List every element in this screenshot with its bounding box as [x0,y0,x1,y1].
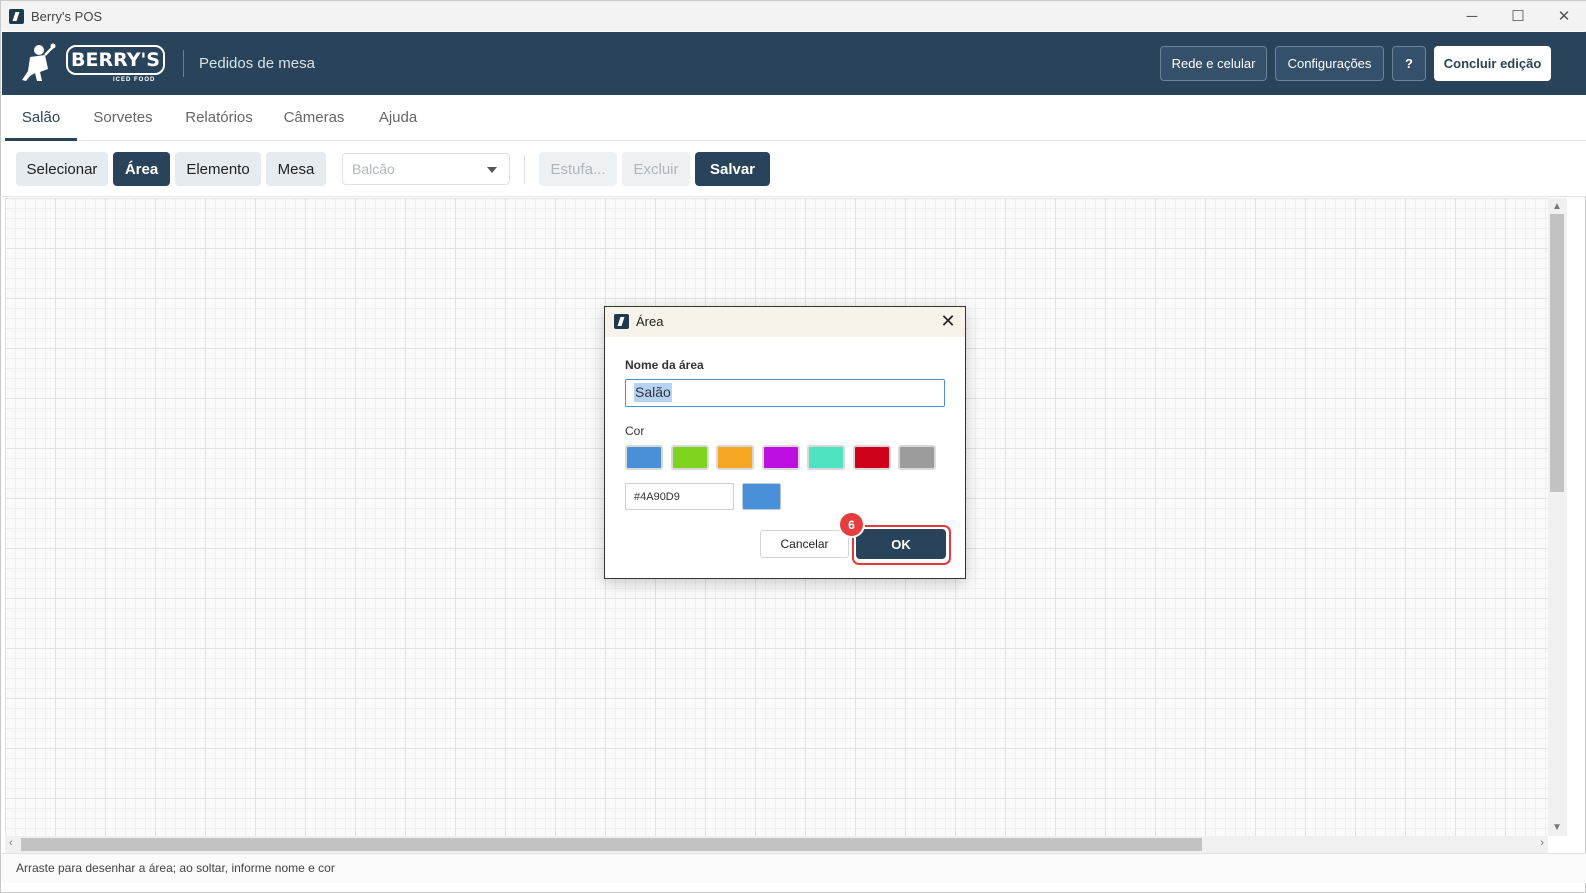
app-icon [614,314,629,329]
save-button[interactable]: Salvar [695,152,770,186]
main-tabs: Salão Sorvetes Relatórios Câmeras Ajuda [2,95,1586,141]
berrys-logo: BERRY'S ICED FOOD [18,41,168,85]
chevron-down-icon [487,167,497,173]
window-controls: ─ ☐ ✕ [1449,1,1586,31]
color-swatch-red[interactable] [853,445,891,470]
horizontal-scrollbar[interactable]: ‹ › [5,836,1548,853]
network-button[interactable]: Rede e celular [1160,46,1267,81]
mascot-icon [22,43,56,81]
dialog-title: Área [636,314,664,329]
color-swatch-blue[interactable] [625,445,663,470]
scroll-right-icon[interactable]: › [1540,837,1544,849]
select-tool-button[interactable]: Selecionar [16,152,108,186]
header-divider [183,50,184,77]
app-header: BERRY'S ICED FOOD Pedidos de mesa Rede e… [2,32,1586,95]
color-preview[interactable] [742,483,781,510]
hex-color-input[interactable] [625,483,734,510]
cancel-button[interactable]: Cancelar [760,530,849,558]
status-bar: Arraste para desenhar a área; ao soltar,… [2,853,1586,883]
editor-toolbar: Selecionar Área Elemento Mesa Balcão Est… [2,141,1586,197]
scroll-left-icon[interactable]: ‹ [9,837,13,849]
close-window-icon[interactable]: ✕ [1541,1,1586,31]
settings-button[interactable]: Configurações [1275,46,1384,81]
scroll-up-icon[interactable]: ▲ [1552,201,1562,212]
vertical-scrollbar[interactable]: ▲ ▼ [1548,198,1567,836]
color-swatch-green[interactable] [671,445,709,470]
tab-ajuda[interactable]: Ajuda [372,95,424,141]
help-button[interactable]: ? [1392,46,1426,81]
area-select[interactable]: Balcão [342,153,510,185]
toolbar-divider [524,155,525,183]
element-tool-button[interactable]: Elemento [175,152,261,186]
color-swatch-purple[interactable] [762,445,800,470]
vertical-scroll-thumb[interactable] [1550,214,1564,492]
window-title: Berry's POS [31,8,103,24]
app-window: Berry's POS ─ ☐ ✕ BERRY'S ICED FOOD Pedi… [0,0,1586,893]
area-name-label: Nome da área [625,358,704,372]
color-swatch-teal[interactable] [807,445,845,470]
table-tool-button[interactable]: Mesa [266,152,326,186]
color-swatch-orange[interactable] [716,445,754,470]
tab-salao[interactable]: Salão [5,95,77,141]
color-label: Cor [625,424,645,438]
area-tool-button[interactable]: Área [113,152,170,186]
area-select-value: Balcão [352,161,395,177]
tab-relatorios[interactable]: Relatórios [179,95,259,141]
title-bar: Berry's POS ─ ☐ ✕ [1,1,1586,31]
area-name-value: Salão [634,383,672,402]
ok-button[interactable]: OK [856,529,946,559]
stove-button[interactable]: Estufa... [539,152,617,186]
dialog-title-bar: Área ✕ [605,307,965,337]
finish-editing-button[interactable]: Concluir edição [1434,46,1551,81]
section-title: Pedidos de mesa [199,55,315,72]
horizontal-scroll-thumb[interactable] [21,838,1202,851]
close-icon[interactable]: ✕ [937,311,959,333]
area-name-input[interactable] [625,379,945,407]
delete-button[interactable]: Excluir [622,152,690,186]
logo-wordmark: BERRY'S [66,45,165,75]
step-badge: 6 [838,511,865,538]
maximize-icon[interactable]: ☐ [1495,1,1541,31]
tab-sorvetes[interactable]: Sorvetes [88,95,158,141]
area-dialog: Área ✕ Nome da área Salão Cor Cancelar O… [604,306,966,579]
scroll-down-icon[interactable]: ▼ [1552,822,1562,833]
tab-cameras[interactable]: Câmeras [278,95,350,141]
minimize-icon[interactable]: ─ [1449,1,1495,31]
logo-subtext: ICED FOOD [113,77,156,83]
color-swatch-gray[interactable] [898,445,936,470]
app-icon [9,8,24,24]
